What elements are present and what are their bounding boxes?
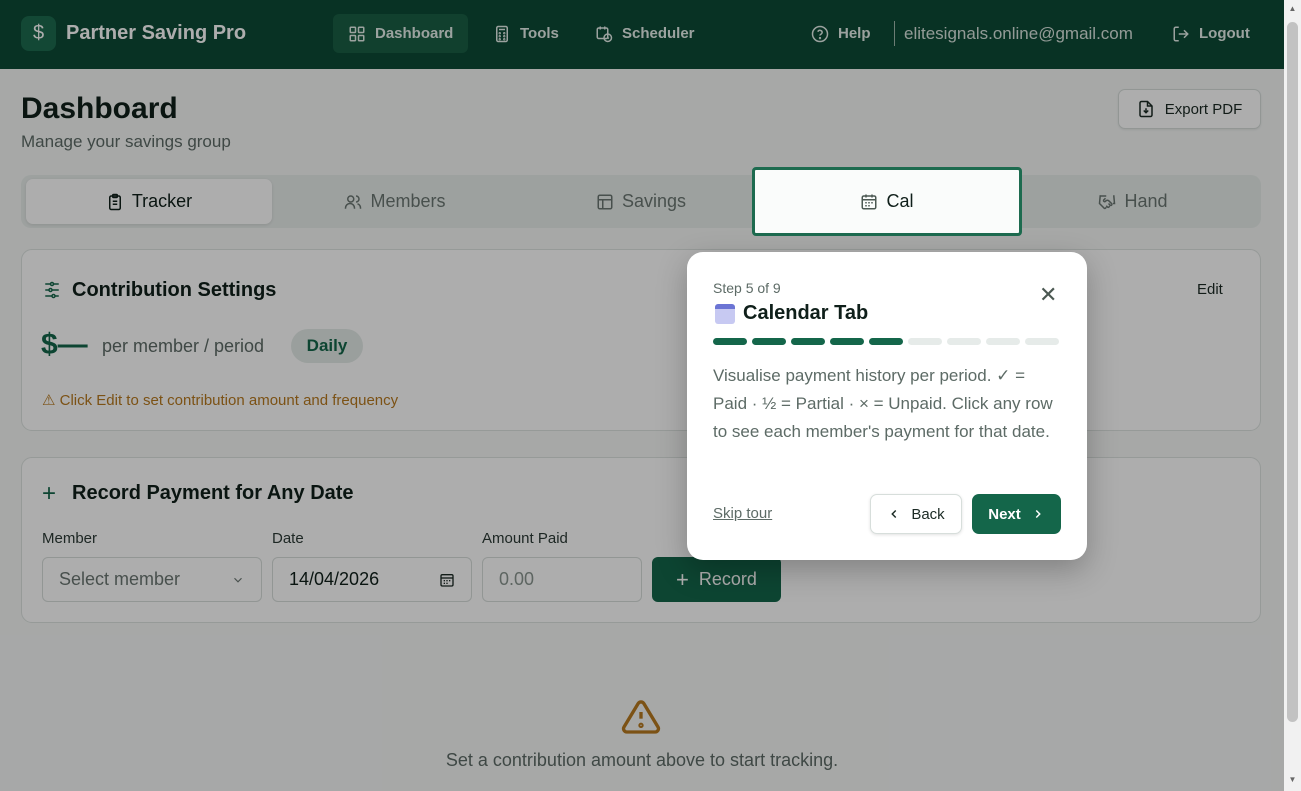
next-button[interactable]: Next: [972, 494, 1061, 534]
back-label: Back: [911, 505, 945, 523]
tab-calendar-label: Cal: [886, 191, 914, 211]
progress-segment: [869, 338, 903, 345]
tour-popover: Step 5 of 9 Calendar Tab ✕ Visualise pay…: [687, 252, 1087, 560]
next-label: Next: [988, 505, 1021, 523]
calendar-icon: [861, 194, 877, 209]
skip-tour-link[interactable]: Skip tour: [713, 505, 772, 522]
scroll-up-arrow-icon[interactable]: ▲: [1287, 4, 1298, 16]
tab-calendar[interactable]: Cal: [752, 167, 1022, 236]
progress-segment: [713, 338, 747, 345]
close-icon[interactable]: ✕: [1039, 282, 1057, 308]
tour-description: Visualise payment history per period. ✓ …: [713, 366, 1053, 441]
progress-segment: [986, 338, 1020, 345]
tour-title-row: Calendar Tab: [715, 302, 868, 325]
chevron-left-icon: [891, 509, 897, 519]
progress-segment: [752, 338, 786, 345]
tour-title: Calendar Tab: [743, 302, 869, 324]
tour-progress: [713, 338, 1059, 345]
scroll-down-arrow-icon[interactable]: ▼: [1287, 775, 1298, 787]
scrollbar-thumb[interactable]: [1287, 22, 1298, 722]
chevron-right-icon: [1035, 509, 1041, 519]
progress-segment: [830, 338, 864, 345]
tour-step-counter: Step 5 of 9: [713, 280, 781, 296]
progress-segment: [1025, 338, 1059, 345]
progress-segment: [908, 338, 942, 345]
tour-overlay[interactable]: [0, 0, 1284, 791]
calendar-emoji-icon: [715, 303, 735, 324]
progress-segment: [791, 338, 825, 345]
progress-segment: [947, 338, 981, 345]
back-button[interactable]: Back: [870, 494, 962, 534]
